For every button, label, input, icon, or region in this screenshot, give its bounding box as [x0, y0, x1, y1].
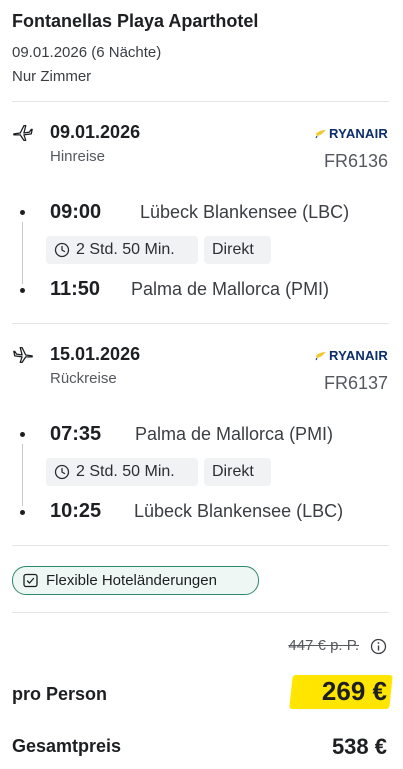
total-price: 538 € — [331, 734, 387, 759]
return-date: 15.01.2026 — [50, 344, 141, 364]
stops-chip: Direkt — [204, 458, 271, 486]
duration-text: 2 Std. 50 Min. — [76, 463, 175, 480]
airline-name: RYANAIR — [329, 348, 388, 363]
divider — [12, 545, 389, 546]
hotel-board: Nur Zimmer — [12, 68, 92, 85]
plane-arrival-icon — [13, 347, 33, 363]
outbound-arrival-time: 11:50 — [50, 278, 101, 300]
departure-dot — [20, 210, 25, 215]
clock-icon — [54, 242, 70, 258]
old-price: 447 € p. P. — [288, 637, 359, 654]
outbound-departure-time: 09:00 — [50, 201, 102, 223]
airline-name: RYANAIR — [329, 126, 388, 141]
stops-text: Direkt — [212, 463, 254, 480]
outbound-direction: Hinreise — [50, 148, 106, 165]
checklist-icon — [23, 573, 38, 588]
duration-chip: 2 Std. 50 Min. — [46, 458, 198, 486]
timeline-line — [22, 222, 23, 284]
return-direction: Rückreise — [50, 370, 117, 387]
outbound-flight-number: FR6136 — [323, 151, 388, 171]
outbound-arrival-airport: Palma de Mallorca (PMI) — [131, 279, 330, 299]
return-arrival-airport: Lübeck Blankensee (LBC) — [134, 501, 344, 521]
outbound-date: 09.01.2026 — [50, 122, 141, 142]
hotel-dates: 09.01.2026 (6 Nächte) — [12, 44, 162, 61]
clock-icon — [54, 464, 70, 480]
per-person-label: pro Person — [12, 684, 108, 704]
ryanair-harp-icon — [315, 351, 327, 360]
arrival-dot — [20, 510, 25, 515]
divider — [12, 612, 389, 613]
badge-label: Flexible Hoteländerungen — [46, 572, 217, 589]
duration-chip: 2 Std. 50 Min. — [46, 236, 198, 264]
ryanair-harp-icon — [315, 129, 327, 138]
per-person-price: 269 € — [321, 676, 387, 706]
stops-text: Direkt — [212, 241, 254, 258]
divider — [12, 323, 389, 324]
return-departure-time: 07:35 — [50, 423, 102, 445]
stops-chip: Direkt — [204, 236, 271, 264]
departure-dot — [20, 432, 25, 437]
plane-departure-icon — [13, 125, 33, 141]
duration-text: 2 Std. 50 Min. — [76, 241, 175, 258]
total-price-label: Gesamtpreis — [12, 736, 122, 756]
flexible-hotel-changes-badge: Flexible Hoteländerungen — [12, 566, 259, 595]
timeline-line — [22, 444, 23, 506]
arrival-dot — [20, 288, 25, 293]
divider — [12, 101, 389, 102]
return-arrival-time: 10:25 — [50, 500, 102, 522]
return-departure-airport: Palma de Mallorca (PMI) — [135, 424, 334, 444]
return-airline: RYANAIR — [315, 348, 388, 363]
outbound-airline: RYANAIR — [315, 126, 388, 141]
return-flight-number: FR6137 — [323, 373, 388, 393]
hotel-title: Fontanellas Playa Aparthotel — [12, 11, 259, 31]
outbound-departure-airport: Lübeck Blankensee (LBC) — [140, 202, 350, 222]
info-icon[interactable] — [370, 638, 387, 655]
